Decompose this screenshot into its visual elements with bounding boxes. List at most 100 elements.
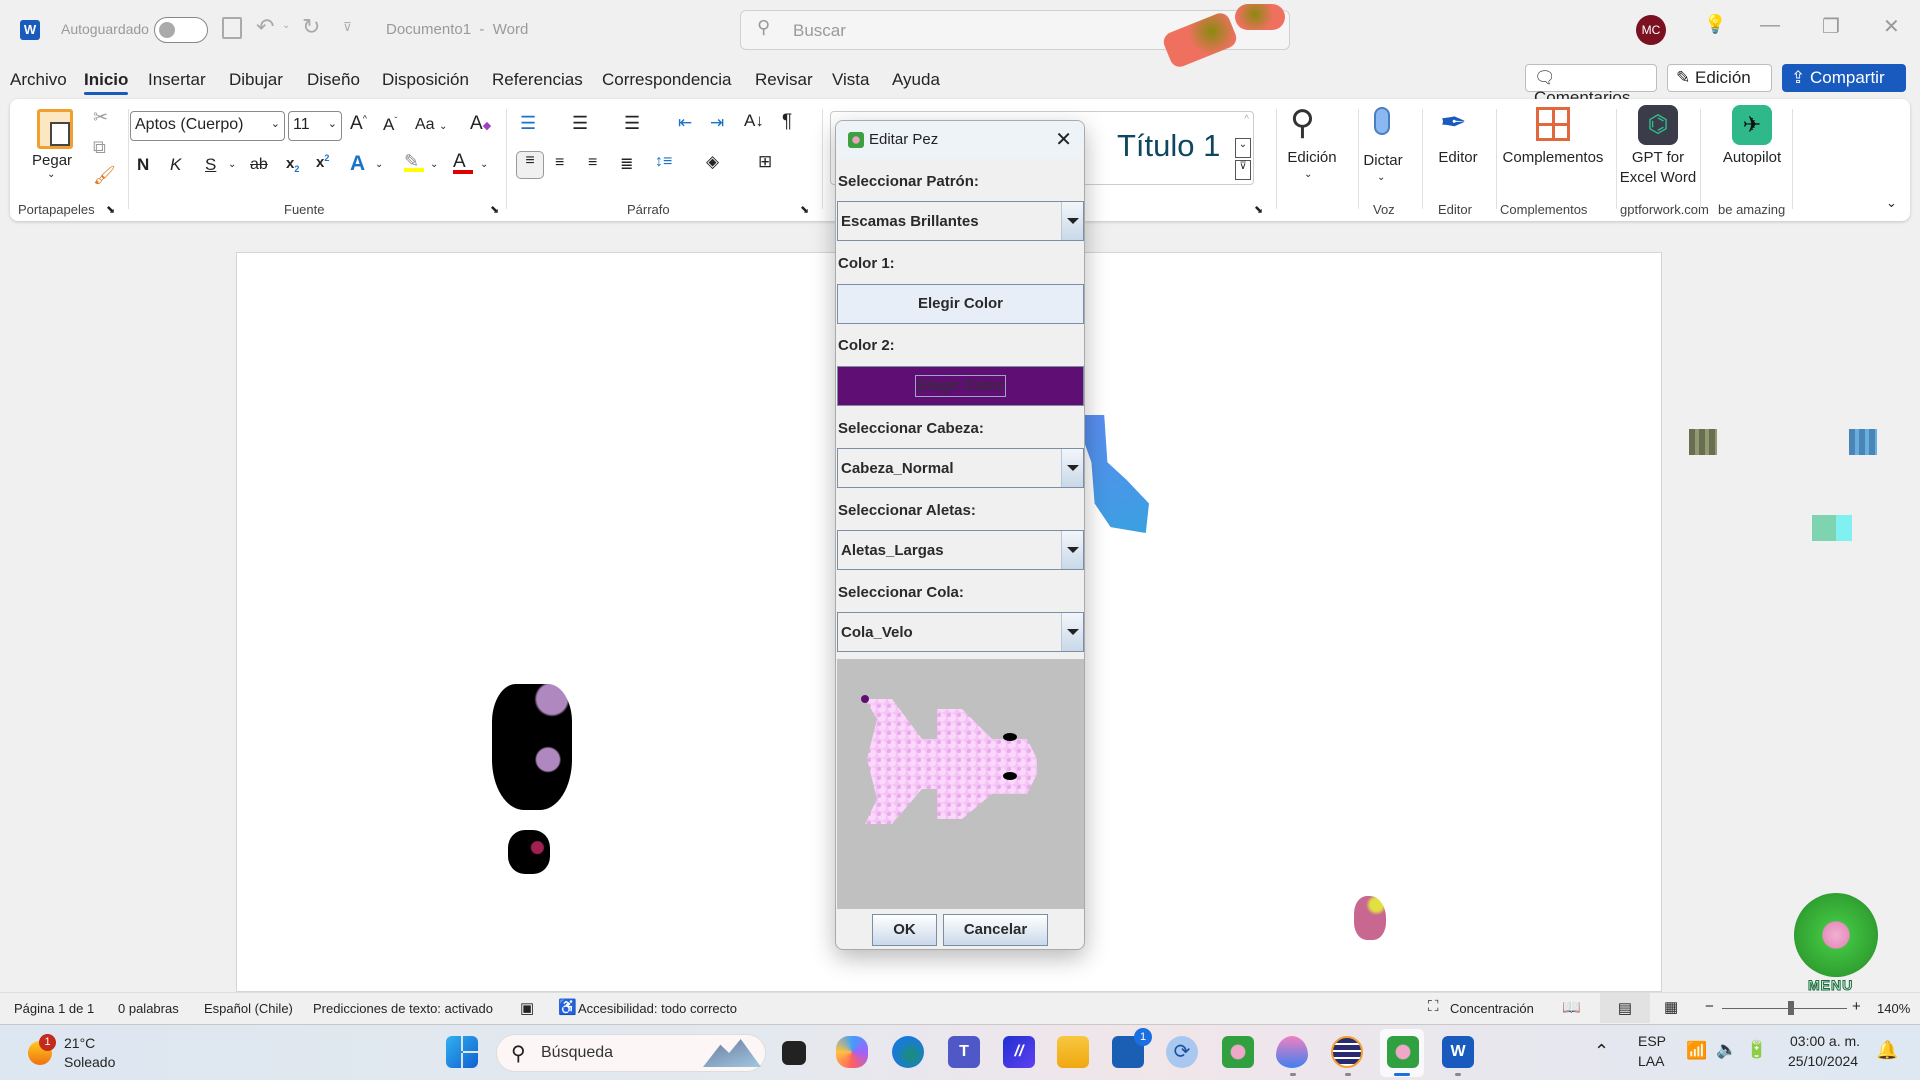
editor-pen-icon[interactable]: ✒ [1440, 103, 1467, 141]
save-icon[interactable] [222, 17, 242, 39]
eclipse-icon[interactable] [1331, 1036, 1363, 1068]
read-mode-icon[interactable]: 📖 [1562, 998, 1581, 1016]
notifications-bell-icon[interactable]: 🔔 [1876, 1040, 1898, 1061]
cancel-button[interactable]: Cancelar [943, 914, 1048, 946]
wifi-icon[interactable]: 📶 [1686, 1041, 1707, 1061]
addins-label[interactable]: Complementos [1498, 149, 1608, 166]
tab-revisar[interactable]: Revisar [755, 70, 813, 90]
clock-time[interactable]: 03:00 a. m. [1790, 1033, 1860, 1049]
fish-sprite-coral[interactable] [1160, 4, 1285, 70]
underline-button[interactable]: S [205, 155, 216, 175]
highlight-dropdown-icon[interactable]: ⌄ [430, 159, 438, 170]
word-count[interactable]: 0 palabras [118, 1001, 179, 1016]
teams-icon[interactable]: T [948, 1036, 980, 1068]
styles-scroll-down-icon[interactable]: ⌄ [1235, 138, 1251, 158]
fish-sprite-small-black[interactable] [508, 830, 550, 874]
paragraph-launcher-icon[interactable]: ⬊ [800, 203, 809, 216]
undo-icon[interactable]: ↶ [256, 14, 274, 40]
clock-date[interactable]: 25/10/2024 [1788, 1053, 1858, 1069]
font-name-combo[interactable]: Aptos (Cuerpo) ⌄ [130, 111, 285, 141]
pixel-sprite-teal[interactable] [1812, 515, 1852, 541]
comments-button[interactable]: 🗨 Comentarios [1525, 64, 1657, 107]
fins-select[interactable]: Aletas_Largas [837, 530, 1084, 570]
clipboard-launcher-icon[interactable]: ⬊ [106, 203, 115, 216]
zoom-out-button[interactable]: − [1705, 998, 1714, 1015]
input-language-line2[interactable]: LAA [1638, 1053, 1664, 1069]
format-painter-icon[interactable]: 🖌 [93, 165, 116, 186]
undo-dropdown-icon[interactable]: ⌄ [282, 20, 290, 31]
italic-button[interactable]: K [170, 155, 181, 175]
language-status[interactable]: Español (Chile) [204, 1001, 293, 1016]
editing-mode-button[interactable]: ✎ Edición ⌄ [1667, 64, 1772, 106]
gpt-for-work-icon[interactable]: ⌬ [1638, 105, 1678, 145]
font-size-combo[interactable]: 11 ⌄ [288, 111, 342, 141]
show-hidden-icons-button[interactable]: ⌃ [1594, 1041, 1609, 1062]
paste-dropdown-icon[interactable]: ⌄ [47, 169, 55, 180]
align-right-button[interactable]: ≡ [588, 154, 597, 172]
start-button[interactable] [446, 1036, 478, 1068]
pattern-select[interactable]: Escamas Brillantes [837, 201, 1084, 241]
lotus-menu-button[interactable]: MENU [1788, 893, 1898, 994]
battery-icon[interactable]: 🔋 [1746, 1040, 1767, 1060]
ok-button[interactable]: OK [872, 914, 937, 946]
shading-icon[interactable]: ◈ [706, 152, 719, 172]
zoom-in-button[interactable]: + [1852, 998, 1861, 1015]
file-explorer-icon[interactable] [1057, 1036, 1089, 1068]
minimize-button[interactable]: — [1760, 14, 1780, 37]
head-select[interactable]: Cabeza_Normal [837, 448, 1084, 488]
tab-referencias[interactable]: Referencias [492, 70, 583, 90]
tab-correspondencia[interactable]: Correspondencia [602, 70, 731, 90]
fish-sprite-pink[interactable] [1354, 896, 1386, 940]
tail-select[interactable]: Cola_Velo [837, 612, 1084, 652]
dictate-dropdown-icon[interactable]: ⌄ [1377, 172, 1385, 183]
addins-icon[interactable] [1536, 107, 1570, 141]
tab-insertar[interactable]: Insertar [148, 70, 206, 90]
app-icon-blue-m[interactable]: // [1003, 1036, 1035, 1068]
dictate-label[interactable]: Dictar [1354, 152, 1412, 169]
sort-icon[interactable]: A↓ [744, 111, 764, 131]
zoom-level[interactable]: 140% [1877, 1001, 1910, 1016]
print-layout-icon[interactable]: ▤ [1600, 993, 1650, 1023]
tab-archivo[interactable]: Archivo [10, 70, 67, 90]
superscript-button[interactable]: x2 [316, 153, 329, 171]
gpt-label-line2[interactable]: Excel Word [1618, 169, 1698, 186]
pixel-sprite-olive[interactable] [1689, 429, 1717, 455]
restore-button[interactable]: ❐ [1822, 14, 1840, 39]
autosave-toggle[interactable] [154, 17, 208, 43]
style-titulo-1[interactable]: Título 1 [1117, 128, 1220, 164]
customize-toolbar-icon[interactable]: ⊽ [343, 20, 352, 34]
increase-indent-icon[interactable]: ⇥ [710, 113, 724, 133]
web-layout-icon[interactable]: ▦ [1664, 998, 1678, 1016]
copy-icon[interactable]: ⧉ [93, 137, 106, 158]
change-case-button[interactable]: Aa ⌄ [415, 116, 447, 134]
color1-choose-button[interactable]: Elegir Color [837, 284, 1084, 324]
edge-icon[interactable] [892, 1036, 924, 1068]
volume-icon[interactable]: 🔈 [1716, 1040, 1737, 1060]
font-color-dropdown-icon[interactable]: ⌄ [480, 159, 488, 170]
tab-ayuda[interactable]: Ayuda [892, 70, 940, 90]
styles-scroll-up-icon[interactable]: ^ [1244, 114, 1249, 125]
text-effects-dropdown-icon[interactable]: ⌄ [375, 159, 383, 170]
copilot-icon[interactable] [836, 1036, 868, 1068]
borders-icon[interactable]: ⊞ [758, 152, 772, 172]
paste-icon[interactable] [37, 109, 73, 149]
justify-button[interactable]: ≣ [620, 154, 633, 174]
autopilot-label[interactable]: Autopilot [1712, 149, 1792, 166]
multilevel-list-icon[interactable]: ☰ [624, 113, 640, 134]
decrease-indent-icon[interactable]: ⇤ [678, 113, 692, 133]
text-predictions-status[interactable]: Predicciones de texto: activado [313, 1001, 493, 1016]
weather-widget[interactable]: 1 21°C Soleado [26, 1033, 136, 1073]
taskbar-search[interactable]: ⚲ Búsqueda [496, 1034, 766, 1072]
clear-formatting-icon[interactable]: A◆ [470, 113, 491, 135]
dropdown-arrow-icon[interactable] [1061, 449, 1083, 487]
dialog-title-bar[interactable]: Editar Pez ✕ [836, 121, 1084, 159]
macro-recording-icon[interactable]: ▣ [520, 999, 534, 1017]
show-marks-icon[interactable]: ¶ [782, 111, 792, 133]
tab-disposicion[interactable]: Disposición [382, 70, 469, 90]
align-center-button[interactable]: ≡ [555, 154, 564, 172]
cut-icon[interactable]: ✂ [93, 107, 108, 128]
editor-label[interactable]: Editor [1428, 149, 1488, 166]
zoom-slider-thumb[interactable] [1787, 1001, 1794, 1015]
lotus-game-icon[interactable] [1222, 1036, 1254, 1068]
align-left-button[interactable]: ≡ [516, 151, 544, 179]
